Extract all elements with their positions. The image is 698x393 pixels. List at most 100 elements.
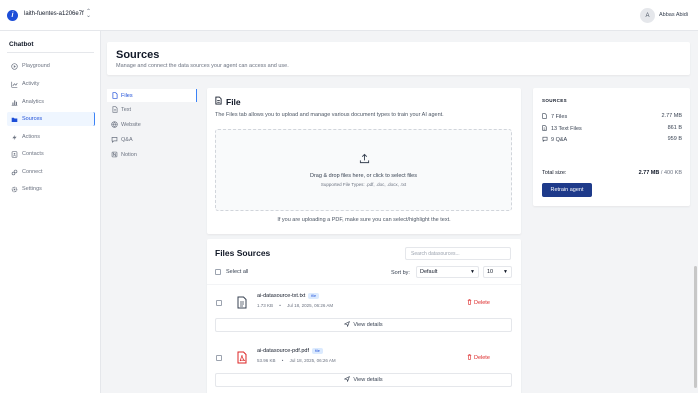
summary-row-files: 7 Files 2.77 MB	[542, 113, 682, 121]
file-icon	[542, 113, 548, 121]
select-all[interactable]: Select all	[215, 269, 248, 275]
sidebar-item-label: Connect	[22, 169, 43, 175]
list-item: ai-datasource-txt.txt file 1.73 KB • Jul…	[207, 288, 521, 343]
sidebar-item-analytics[interactable]: Analytics	[7, 95, 95, 109]
sidebar-item-activity[interactable]: Activity	[7, 77, 95, 91]
tab-label: Website	[121, 121, 141, 128]
list-item: ai-datasource-pdf.pdf file 53.96 KB • Ju…	[207, 343, 521, 393]
per-page-select[interactable]: 10 ▼	[483, 266, 512, 278]
list-divider	[207, 284, 521, 285]
delete-label: Delete	[474, 300, 490, 306]
app-logo[interactable]: i	[7, 10, 18, 21]
text-icon	[542, 125, 548, 133]
summary-value: 959 B	[667, 136, 682, 142]
sidebar-item-settings[interactable]: Settings	[7, 182, 95, 196]
sidebar-item-label: Playground	[22, 63, 50, 69]
tab-qa[interactable]: Q&A	[107, 133, 197, 146]
top-bar: i laith-fuentes-a1206e7f ⌃ ⌄ A Abbas Abid…	[0, 0, 698, 31]
tab-website[interactable]: Website	[107, 118, 197, 131]
tab-files[interactable]: Files	[107, 89, 197, 102]
file-size: 53.96 KB	[257, 358, 276, 363]
tab-text[interactable]: Text	[107, 103, 197, 116]
gear-icon	[11, 186, 18, 193]
sidebar-item-label: Contacts	[22, 151, 44, 157]
scrollbar[interactable]	[694, 266, 697, 388]
upload-icon	[359, 153, 370, 167]
workspace-name[interactable]: laith-fuentes-a1206e7f	[24, 11, 84, 17]
file-icon	[111, 92, 118, 99]
chat-icon	[111, 136, 118, 143]
sidebar-item-sources[interactable]: Sources	[7, 112, 95, 126]
page-subtitle: Manage and connect the data sources your…	[116, 63, 289, 69]
view-details-label: View details	[353, 377, 383, 383]
contacts-icon	[11, 150, 18, 158]
per-page-value: 10	[487, 269, 494, 275]
globe-icon	[111, 121, 118, 128]
search-input[interactable]: Search datasources...	[405, 247, 511, 260]
delete-button[interactable]: Delete	[467, 299, 490, 307]
avatar[interactable]: A	[640, 8, 655, 23]
delete-label: Delete	[474, 355, 490, 361]
select-all-checkbox[interactable]	[215, 269, 221, 275]
sidebar-item-label: Actions	[22, 134, 41, 140]
folder-icon	[11, 116, 18, 123]
text-icon	[111, 106, 118, 113]
file-type-badge: file	[308, 293, 320, 299]
file-meta: 1.73 KB • Jul 18, 2025, 06:26 AM	[257, 303, 334, 308]
page-title: Sources	[116, 49, 160, 61]
txt-file-icon	[235, 295, 248, 309]
file-meta: 53.96 KB • Jul 18, 2025, 06:26 AM	[257, 358, 336, 363]
sidebar: Chatbot Playground Activity Analytics So…	[0, 31, 101, 393]
dropzone-supported-types: Supported File Types: .pdf, .doc, .docx,…	[320, 182, 407, 187]
sidebar-item-connect[interactable]: Connect	[7, 165, 95, 179]
page-header: Sources Manage and connect the data sour…	[107, 42, 690, 75]
sidebar-item-label: Settings	[22, 186, 42, 192]
dropzone-text: Drag & drop files here, or click to sele…	[310, 173, 417, 179]
play-icon	[11, 62, 18, 70]
trash-icon	[467, 299, 472, 307]
file-name: ai-datasource-txt.txt file	[257, 293, 320, 299]
tab-notion[interactable]: Notion	[107, 148, 197, 161]
sidebar-item-playground[interactable]: Playground	[7, 59, 95, 73]
pdf-file-icon	[235, 350, 248, 364]
tab-label: Text	[121, 106, 132, 113]
view-details-button[interactable]: View details	[215, 318, 512, 332]
sources-summary: SOURCES 7 Files 2.77 MB 13 Text Files 86…	[533, 88, 690, 206]
sidebar-divider	[7, 52, 94, 53]
send-icon	[343, 320, 351, 329]
user-name[interactable]: Abbas Abidi	[659, 12, 688, 18]
retrain-agent-button[interactable]: Retrain agent	[542, 183, 592, 197]
select-all-label: Select all	[226, 269, 249, 275]
file-dropzone[interactable]: Drag & drop files here, or click to sele…	[215, 129, 512, 211]
sort-label: Sort by:	[391, 270, 410, 276]
sidebar-item-contacts[interactable]: Contacts	[7, 147, 95, 161]
summary-value: 861 B	[667, 125, 682, 131]
tab-label: Files	[121, 92, 133, 99]
chevron-down-icon: ▼	[470, 269, 475, 275]
activity-icon	[11, 81, 18, 88]
sidebar-title: Chatbot	[9, 41, 34, 48]
files-sources-title: Files Sources	[215, 248, 271, 258]
delete-button[interactable]: Delete	[467, 354, 490, 362]
sidebar-item-actions[interactable]: Actions	[7, 130, 95, 144]
file-card-description: The Files tab allows you to upload and m…	[215, 112, 444, 118]
total-label: Total size:	[542, 170, 567, 176]
summary-label: 9 Q&A	[551, 137, 568, 143]
workspace-switch-icon[interactable]: ⌃ ⌄	[86, 9, 91, 19]
view-details-button[interactable]: View details	[215, 373, 512, 387]
summary-value: 2.77 MB	[661, 113, 682, 119]
sort-select[interactable]: Default ▼	[416, 266, 479, 278]
tab-label: Q&A	[121, 136, 133, 143]
total-size: Total size: 2.77 MB / 400 KB	[542, 170, 682, 176]
chat-icon	[542, 136, 548, 144]
row-checkbox[interactable]	[216, 300, 222, 306]
row-checkbox[interactable]	[216, 355, 222, 361]
file-date: Jul 18, 2025, 06:26 AM	[287, 303, 334, 308]
file-upload-card: File The Files tab allows you to upload …	[207, 88, 521, 234]
file-name: ai-datasource-pdf.pdf file	[257, 348, 323, 354]
file-size: 1.73 KB	[257, 303, 274, 308]
summary-row-qa: 9 Q&A 959 B	[542, 136, 682, 144]
file-name-text: ai-datasource-txt.txt	[257, 293, 306, 299]
files-sources-card: Files Sources Search datasources... Sele…	[207, 239, 521, 393]
trash-icon	[467, 354, 472, 362]
